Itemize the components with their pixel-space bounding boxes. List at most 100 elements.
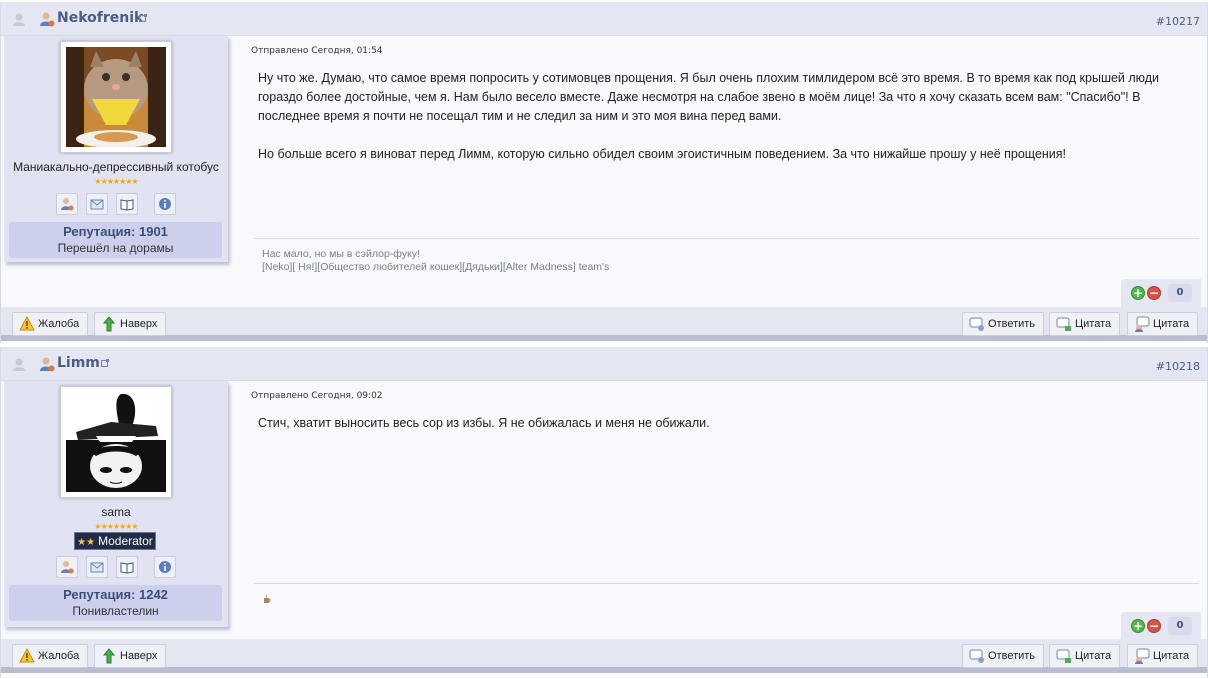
post-footer: Жалоба Наверх Ответить Цитата Цитата [1, 307, 1207, 341]
arrow-up-icon [102, 648, 116, 664]
book-icon [120, 199, 134, 211]
signature-line: Нас мало, но мы в сэйлор-фуку! [262, 248, 420, 260]
rate-up-button[interactable]: + [1131, 619, 1145, 633]
post-10218: Limm #10218 sama ★★★★★★★ ★★ Moderator Ре… [0, 347, 1208, 678]
signature-separator [254, 583, 1199, 584]
post-number[interactable]: #10218 [1156, 360, 1200, 373]
post-paragraph: Стич, хватит выносить весь сор из избы. … [258, 416, 710, 430]
offline-user-icon [13, 358, 25, 371]
user-profile-icon[interactable] [39, 11, 55, 27]
warning-icon [19, 648, 35, 663]
top-button[interactable]: Наверх [94, 312, 167, 336]
reply-label: Ответить [988, 318, 1036, 330]
rating-count: 0 [1168, 284, 1192, 302]
reputation-value[interactable]: Репутация: 1242 [9, 587, 222, 602]
post-content: Ну что же. Думаю, что самое время попрос… [258, 69, 1199, 183]
post-header: Nekofrenik #10217 [1, 2, 1207, 36]
book-icon [120, 562, 134, 574]
blog-button[interactable] [116, 193, 138, 215]
profile-button[interactable] [56, 193, 78, 215]
avatar[interactable] [60, 41, 172, 153]
profile-actions [4, 193, 228, 217]
multiquote-label: Цитата [1075, 650, 1112, 662]
profile-actions [4, 556, 228, 580]
badge-label: Moderator [98, 534, 153, 548]
quote-label: Цитата [1153, 650, 1190, 662]
user-panel: sama ★★★★★★★ ★★ Moderator Репутация: 1242… [4, 381, 228, 627]
external-link-icon[interactable] [101, 359, 109, 367]
rate-down-button[interactable]: − [1147, 286, 1161, 300]
reputation-value[interactable]: Репутация: 1901 [9, 224, 222, 239]
external-link-icon[interactable] [139, 14, 147, 22]
post-10217: Nekofrenik #10217 Маниакально-депрессивн… [0, 2, 1208, 343]
author-nick[interactable]: Limm [57, 355, 100, 371]
author-nick[interactable]: Nekofrenik [57, 10, 143, 26]
reputation-status: Перешёл на дорамы [57, 241, 174, 255]
info-button[interactable] [154, 556, 176, 578]
quote-button[interactable]: Цитата [1127, 312, 1199, 336]
quote-button[interactable]: Цитата [1127, 644, 1199, 668]
signature: Нас мало, но мы в сэйлор-фуку! [Neko][ Н… [262, 248, 609, 274]
reply-label: Ответить [988, 650, 1036, 662]
user-panel: Маниакально-депрессивный котобус ★★★★★★★… [4, 36, 228, 262]
rating-count: 0 [1168, 617, 1192, 635]
post-paragraph: Но больше всего я виноват перед Лимм, ко… [258, 147, 1067, 161]
signature-separator [254, 238, 1199, 239]
report-label: Жалоба [38, 318, 80, 330]
rate-up-button[interactable]: + [1131, 286, 1145, 300]
warning-icon [19, 316, 35, 331]
rank-stars: ★★★★★★★ [94, 177, 138, 186]
offline-user-icon [13, 13, 25, 26]
top-button[interactable]: Наверх [94, 644, 167, 668]
blog-button[interactable] [116, 556, 138, 578]
reply-button[interactable]: Ответить [962, 312, 1045, 336]
report-button[interactable]: Жалоба [12, 312, 89, 336]
quote-icon [1135, 648, 1150, 664]
multiquote-label: Цитата [1075, 318, 1112, 330]
user-title: sama [101, 505, 131, 519]
reply-button[interactable]: Ответить [962, 644, 1045, 668]
user-title: Маниакально-депрессивный котобус [13, 160, 219, 174]
cat-avatar-image [66, 47, 166, 147]
signature-line: [Neko][ Ня!][Общество любителей кошек][Д… [262, 261, 610, 273]
info-button[interactable] [154, 193, 176, 215]
multiquote-icon [1056, 317, 1071, 331]
badge-stars: ★★ [77, 537, 96, 548]
arrow-up-icon [102, 316, 116, 332]
envelope-icon [90, 199, 104, 210]
multiquote-button[interactable]: Цитата [1049, 312, 1121, 336]
info-icon [159, 198, 171, 210]
report-label: Жалоба [38, 650, 80, 662]
reputation-box: Репутация: 1901 Перешёл на дорамы [9, 222, 222, 258]
moderator-badge: ★★ Moderator [74, 532, 156, 550]
posted-time: Отправлено Сегодня, 09:02 [251, 391, 383, 401]
multiquote-button[interactable]: Цитата [1049, 644, 1121, 668]
reputation-box: Репутация: 1242 Понивластелин [9, 585, 222, 621]
post-footer: Жалоба Наверх Ответить Цитата Цитата [1, 639, 1207, 673]
reply-icon [969, 317, 984, 331]
quote-label: Цитата [1153, 318, 1190, 330]
posted-time: Отправлено Сегодня, 01:54 [251, 46, 383, 56]
avatar[interactable] [60, 386, 172, 498]
rank-stars: ★★★★★★★ [94, 522, 138, 531]
rate-down-button[interactable]: − [1147, 619, 1161, 633]
post-header: Limm #10218 [1, 347, 1207, 381]
reputation-status: Понивластелин [72, 604, 159, 618]
rating-controls: + − 0 [1121, 279, 1201, 307]
top-label: Наверх [120, 650, 158, 662]
user-profile-icon[interactable] [39, 356, 55, 372]
user-icon [61, 198, 74, 211]
post-body: Отправлено Сегодня, 01:54 Ну что же. Дум… [251, 36, 1199, 276]
post-body: Отправлено Сегодня, 09:02 Стич, хватит в… [251, 381, 1199, 611]
post-number[interactable]: #10217 [1156, 15, 1200, 28]
coffee-icon [264, 594, 271, 603]
pm-button[interactable] [86, 193, 108, 215]
user-icon [61, 561, 74, 574]
quote-icon [1135, 316, 1150, 332]
envelope-icon [90, 562, 104, 573]
reply-icon [969, 649, 984, 663]
anime-avatar-image [66, 392, 166, 492]
report-button[interactable]: Жалоба [12, 644, 89, 668]
pm-button[interactable] [86, 556, 108, 578]
profile-button[interactable] [56, 556, 78, 578]
